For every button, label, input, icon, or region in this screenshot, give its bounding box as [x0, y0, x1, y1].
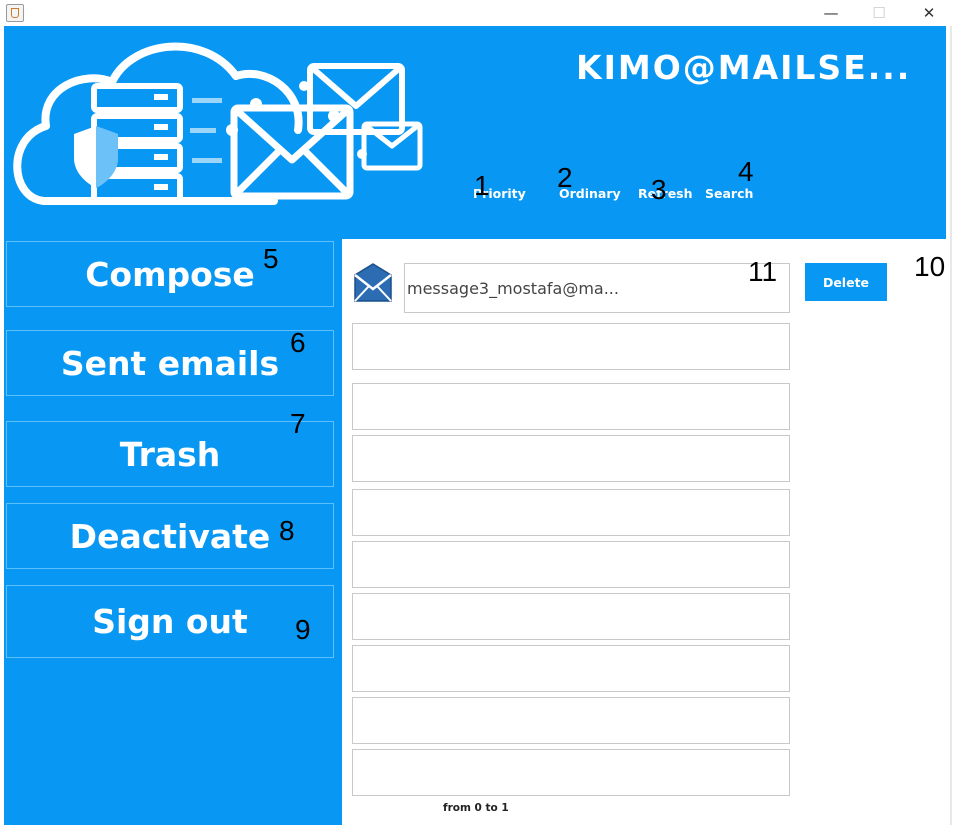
title-bar: — ☐ ✕ — [0, 0, 960, 26]
envelope-icon — [354, 263, 392, 302]
message-row[interactable] — [352, 645, 790, 692]
annotation-1: 1 — [474, 170, 490, 201]
annotation-7: 7 — [290, 408, 306, 439]
message-row[interactable] — [352, 541, 790, 588]
message-row[interactable] — [352, 435, 790, 482]
annotation-2: 2 — [557, 162, 573, 193]
sign-out-button[interactable]: Sign out — [6, 585, 334, 658]
annotation-3: 3 — [651, 174, 667, 205]
sent-emails-button[interactable]: Sent emails — [6, 330, 334, 396]
annotation-4: 4 — [738, 156, 754, 187]
window-right-edge — [946, 26, 960, 825]
delete-button[interactable]: Delete — [805, 263, 887, 301]
message-row[interactable] — [352, 383, 790, 430]
annotation-5: 5 — [263, 243, 279, 274]
compose-button[interactable]: Compose — [6, 241, 334, 307]
inbox-panel: message3_mostafa@ma... Delete from 0 to … — [342, 239, 946, 825]
close-button[interactable]: ✕ — [906, 0, 952, 26]
annotation-6: 6 — [290, 327, 306, 358]
message-row[interactable] — [352, 323, 790, 370]
cloud-mail-security-logo — [13, 42, 423, 205]
header-banner: KIMO@MAILSE... Priority Ordinary Refresh… — [4, 26, 946, 239]
message-row[interactable] — [352, 593, 790, 640]
annotation-10: 10 — [914, 251, 946, 282]
message-row[interactable]: message3_mostafa@ma... — [404, 263, 790, 313]
page-info: from 0 to 1 — [443, 802, 509, 814]
maximize-button[interactable]: ☐ — [856, 0, 902, 26]
trash-button[interactable]: Trash — [6, 421, 334, 487]
window-scroll-edge — [950, 26, 952, 825]
annotation-11: 11 — [748, 256, 778, 287]
message-row[interactable] — [352, 489, 790, 536]
search-button[interactable]: Search — [705, 186, 753, 201]
message-row[interactable] — [352, 697, 790, 744]
annotation-9: 9 — [295, 614, 311, 645]
minimize-button[interactable]: — — [808, 0, 854, 26]
message-row[interactable] — [352, 749, 790, 796]
annotation-8: 8 — [279, 515, 295, 546]
account-title: KIMO@MAILSE... — [576, 48, 912, 87]
java-app-icon[interactable] — [6, 4, 24, 22]
